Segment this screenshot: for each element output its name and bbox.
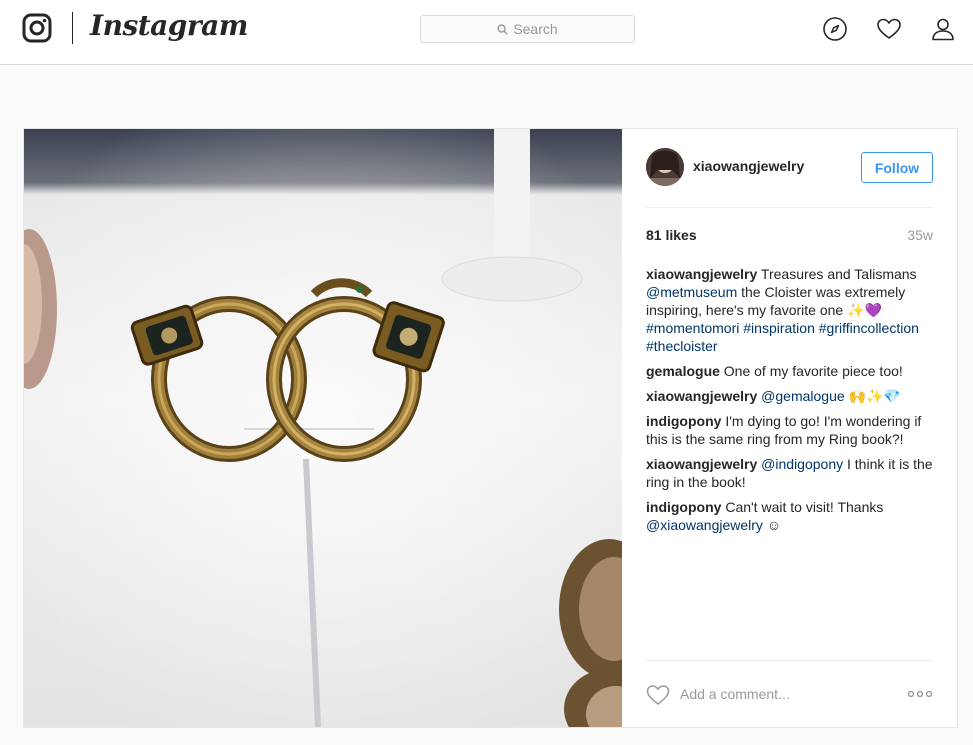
hashtag-link[interactable]: #inspiration <box>743 320 815 336</box>
search-placeholder: Search <box>513 21 558 37</box>
explore-icon[interactable] <box>822 16 848 42</box>
top-nav: Instagram Search <box>0 0 973 65</box>
comment-username[interactable]: xiaowangjewelry <box>646 456 757 472</box>
nav-divider <box>72 12 73 44</box>
add-comment-bar <box>646 660 933 727</box>
comment-text: Treasures and Talismans <box>760 266 917 282</box>
post-username[interactable]: xiaowangjewelry <box>693 158 804 174</box>
mention-link[interactable]: @metmuseum <box>646 284 737 300</box>
post-photo[interactable] <box>24 129 622 727</box>
comment-text: ☺ <box>762 517 782 533</box>
search-icon <box>497 23 508 35</box>
post-age[interactable]: 35w <box>907 227 933 243</box>
mention-link[interactable]: @xiaowangjewelry <box>646 517 763 533</box>
comment-text: 🙌✨💎 <box>844 388 901 404</box>
follow-button[interactable]: Follow <box>861 152 933 183</box>
comment-item: gemalogue One of my favorite piece too! <box>646 362 936 380</box>
comment-text: Can't wait to visit! Thanks <box>725 499 884 515</box>
avatar[interactable] <box>646 148 684 186</box>
comment-item: indigopony I'm dying to go! I'm wonderin… <box>646 412 936 448</box>
post-card: xiaowangjewelry Follow 81 likes 35w xiao… <box>23 128 958 728</box>
comment-username[interactable]: indigopony <box>646 413 721 429</box>
post-header: xiaowangjewelry Follow <box>646 148 933 208</box>
hashtag-link[interactable]: #griffincollection <box>819 320 919 336</box>
search-box[interactable]: Search <box>420 15 635 43</box>
comment-username[interactable]: xiaowangjewelry <box>646 266 757 282</box>
heart-icon[interactable] <box>876 16 902 42</box>
hashtag-link[interactable]: #momentomori <box>646 320 739 336</box>
more-options-icon[interactable] <box>907 685 933 703</box>
likes-count[interactable]: 81 likes <box>646 227 697 243</box>
instagram-wordmark[interactable]: Instagram <box>90 9 248 42</box>
comment-item: xiaowangjewelry Treasures and Talismans … <box>646 265 936 355</box>
mention-link[interactable]: @indigopony <box>761 456 843 472</box>
comment-text: One of my favorite piece too! <box>723 363 903 379</box>
likes-row: 81 likes 35w <box>646 227 933 247</box>
comment-item: xiaowangjewelry @indigopony I think it i… <box>646 455 936 491</box>
post-sidebar: xiaowangjewelry Follow 81 likes 35w xiao… <box>622 129 957 727</box>
comment-username[interactable]: xiaowangjewelry <box>646 388 757 404</box>
like-heart-icon[interactable] <box>646 683 670 707</box>
comment-username[interactable]: indigopony <box>646 499 721 515</box>
mention-link[interactable]: @gemalogue <box>761 388 845 404</box>
comment-username[interactable]: gemalogue <box>646 363 720 379</box>
profile-icon[interactable] <box>930 16 956 42</box>
add-comment-input[interactable] <box>680 683 890 705</box>
comment-item: indigopony Can't wait to visit! Thanks @… <box>646 498 936 534</box>
instagram-glyph-icon[interactable] <box>22 13 52 43</box>
hashtag-link[interactable]: #thecloister <box>646 338 718 354</box>
comment-item: xiaowangjewelry @gemalogue 🙌✨💎 <box>646 387 936 405</box>
comments-list: xiaowangjewelry Treasures and Talismans … <box>646 265 936 541</box>
